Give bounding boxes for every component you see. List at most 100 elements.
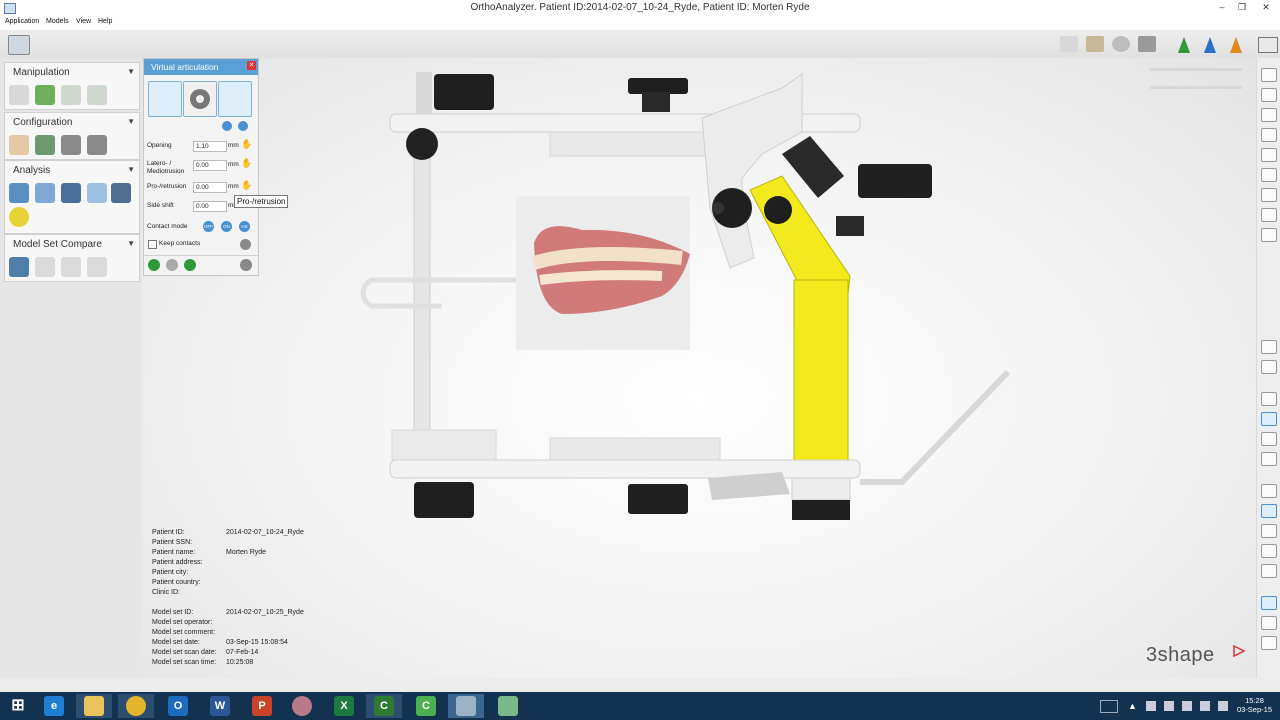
green-layer-icon[interactable]: [1178, 37, 1190, 53]
chevron-down-icon[interactable]: ▼: [127, 239, 135, 248]
taskbar-chrome[interactable]: [118, 694, 154, 718]
tray-chevron-icon[interactable]: ▲: [1128, 701, 1137, 711]
view-front-icon[interactable]: [1261, 108, 1277, 122]
lasso-icon[interactable]: [1261, 360, 1277, 374]
reset-view-icon[interactable]: [1261, 228, 1277, 242]
display-icon[interactable]: [1182, 701, 1192, 711]
opening-input[interactable]: 1.10: [193, 141, 227, 152]
zoom-in-icon[interactable]: [1261, 188, 1277, 202]
zoom-out-icon[interactable]: [1261, 208, 1277, 222]
screenshot-icon[interactable]: [1138, 36, 1156, 52]
taskbar-clock[interactable]: 15:28 03-Sep-15: [1237, 696, 1272, 714]
chevron-down-icon[interactable]: ▼: [127, 67, 135, 76]
reset-icon[interactable]: [238, 121, 248, 131]
taskbar-ie[interactable]: e: [36, 694, 72, 718]
pan-icon[interactable]: [1261, 616, 1277, 630]
chevron-down-icon[interactable]: ▼: [127, 117, 135, 126]
side-shift-input[interactable]: 0.00: [193, 201, 227, 212]
start-button[interactable]: ⊞: [0, 694, 36, 718]
keyboard-icon[interactable]: [1100, 700, 1118, 713]
rotate-icon[interactable]: [35, 85, 55, 105]
opacity-slider-1[interactable]: [1150, 68, 1242, 71]
upper-model-icon[interactable]: [1261, 484, 1277, 498]
taskbar-outlook[interactable]: O: [160, 694, 196, 718]
space-icon[interactable]: [87, 183, 107, 203]
models-icon[interactable]: [1261, 432, 1277, 446]
shield-icon[interactable]: [1261, 564, 1277, 578]
axis-icon[interactable]: [9, 135, 29, 155]
model-view-icon[interactable]: [1060, 36, 1078, 52]
view-right-icon[interactable]: [1261, 168, 1277, 182]
battery-icon[interactable]: [1200, 701, 1210, 711]
menu-models[interactable]: Models: [46, 18, 69, 25]
menu-help[interactable]: Help: [98, 18, 112, 25]
frame-button[interactable]: [218, 81, 252, 117]
section-view-icon[interactable]: [1261, 412, 1277, 426]
hand-icon[interactable]: ✋: [241, 139, 252, 150]
volume-icon[interactable]: [1218, 701, 1228, 711]
contact-icon[interactable]: [9, 207, 29, 227]
measure-icon[interactable]: [35, 183, 55, 203]
menu-view[interactable]: View: [76, 18, 91, 25]
taskbar-explorer[interactable]: [76, 694, 112, 718]
hand-icon[interactable]: ✋: [241, 158, 252, 169]
lower-model-icon[interactable]: [1261, 504, 1277, 518]
jaw-icon[interactable]: [1261, 452, 1277, 466]
taskbar-camtasia-recorder[interactable]: C: [408, 694, 444, 718]
minimize-button[interactable]: –: [1212, 1, 1232, 14]
3d-viewport[interactable]: 3shape: [142, 58, 1256, 678]
taskbar-paint[interactable]: [284, 694, 320, 718]
taskbar-excel[interactable]: X: [326, 694, 362, 718]
angle-icon[interactable]: [61, 183, 81, 203]
base-icon[interactable]: [35, 135, 55, 155]
view-left-icon[interactable]: [1261, 148, 1277, 162]
stop-icon[interactable]: [166, 259, 178, 271]
rotate-view-icon[interactable]: [1261, 596, 1277, 610]
contact-mode-hs-button[interactable]: HS: [239, 221, 250, 232]
layer-icon[interactable]: [1261, 544, 1277, 558]
network-icon[interactable]: [1164, 701, 1174, 711]
jaw-view-icon[interactable]: [1086, 36, 1104, 52]
arch-icon[interactable]: [9, 183, 29, 203]
overlay-icon[interactable]: [87, 257, 107, 277]
menu-application[interactable]: Application: [5, 18, 39, 25]
close-icon[interactable]: ✕: [247, 61, 256, 70]
taskbar-3shape[interactable]: [490, 694, 526, 718]
contact-mode-on-button[interactable]: ON: [221, 221, 232, 232]
gear-icon[interactable]: [240, 259, 252, 271]
orange-layer-icon[interactable]: [1230, 37, 1242, 53]
taskbar-powerpoint[interactable]: P: [244, 694, 280, 718]
camera-icon[interactable]: [1261, 340, 1277, 354]
camera-icon[interactable]: [240, 239, 251, 250]
view-upper-icon[interactable]: [1261, 68, 1277, 82]
panel-toggle-icon[interactable]: [1258, 37, 1278, 53]
tooth-icon[interactable]: [61, 135, 81, 155]
flag-icon[interactable]: [1146, 701, 1156, 711]
articulator-icon[interactable]: [111, 183, 131, 203]
replay-icon[interactable]: [184, 259, 196, 271]
chevron-down-icon[interactable]: ▼: [127, 165, 135, 174]
compare-icon[interactable]: [9, 257, 29, 277]
save-icon[interactable]: [8, 35, 30, 55]
taskbar-orthoanalyzer[interactable]: [448, 694, 484, 718]
pro-retrusion-input[interactable]: 0.00: [193, 182, 227, 193]
close-button[interactable]: ✕: [1256, 1, 1276, 14]
blue-layer-icon[interactable]: [1204, 37, 1216, 53]
settings-button[interactable]: [183, 81, 217, 117]
taskbar-camtasia[interactable]: C: [366, 694, 402, 718]
gear-view-icon[interactable]: [1112, 36, 1130, 52]
view-lower-icon[interactable]: [1261, 88, 1277, 102]
move-icon[interactable]: [9, 85, 29, 105]
hand-icon[interactable]: ✋: [241, 180, 252, 191]
maximize-button[interactable]: ❐: [1232, 1, 1252, 14]
opacity-slider-2[interactable]: [1150, 86, 1242, 89]
crown-icon[interactable]: [87, 135, 107, 155]
tooth-view-icon[interactable]: [1261, 392, 1277, 406]
view-back-icon[interactable]: [1261, 128, 1277, 142]
difference-icon[interactable]: [61, 257, 81, 277]
zoom-icon[interactable]: [1261, 636, 1277, 650]
taskbar-word[interactable]: W: [202, 694, 238, 718]
contact-mode-off-button[interactable]: OFF: [203, 221, 214, 232]
lock-icon[interactable]: [222, 121, 232, 131]
play-icon[interactable]: [148, 259, 160, 271]
